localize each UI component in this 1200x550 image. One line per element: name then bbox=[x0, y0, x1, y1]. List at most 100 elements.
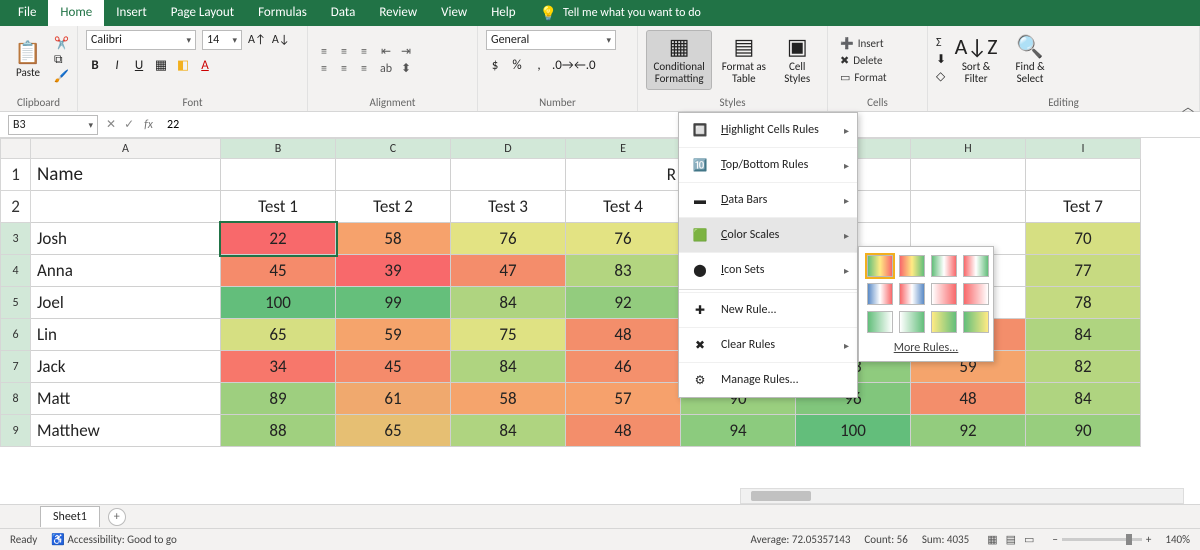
cell-row2-4[interactable]: Test 4 bbox=[566, 191, 681, 223]
color-scale-gyr[interactable] bbox=[867, 255, 893, 277]
cell-data-3-7[interactable]: 70 bbox=[1026, 223, 1141, 255]
align-top-icon[interactable]: ≡ bbox=[316, 45, 332, 59]
fx-icon[interactable]: fx bbox=[144, 118, 153, 132]
delete-cells-button[interactable]: ✖Delete bbox=[836, 53, 891, 68]
cell-row2-7[interactable] bbox=[911, 191, 1026, 223]
format-cells-button[interactable]: ▭Format bbox=[836, 70, 891, 85]
zoom-level[interactable]: 140% bbox=[1165, 533, 1190, 546]
cell-data-4-2[interactable]: 47 bbox=[451, 255, 566, 287]
color-scale-wg[interactable] bbox=[899, 311, 925, 333]
tab-help[interactable]: Help bbox=[479, 0, 527, 26]
col-header-B[interactable]: B bbox=[221, 139, 336, 159]
cf-item-color-scales[interactable]: 🟩Color Scales▸ bbox=[679, 217, 857, 252]
dec-decimal-icon[interactable]: ←.0 bbox=[574, 58, 592, 73]
cell-data-5-7[interactable]: 78 bbox=[1026, 287, 1141, 319]
cell-data-8-3[interactable]: 57 bbox=[566, 383, 681, 415]
cf-item-data-bars[interactable]: ▬Data Bars▸ bbox=[679, 182, 857, 217]
cell-row2-0[interactable] bbox=[31, 191, 221, 223]
confirm-edit-icon[interactable]: ✓ bbox=[124, 118, 134, 132]
cell-data-9-6[interactable]: 92 bbox=[911, 415, 1026, 447]
cell-data-7-7[interactable]: 82 bbox=[1026, 351, 1141, 383]
horizontal-scrollbar[interactable] bbox=[740, 488, 1184, 504]
increase-font-icon[interactable]: A↑ bbox=[248, 33, 266, 47]
cell-data-6-7[interactable]: 84 bbox=[1026, 319, 1141, 351]
conditional-formatting-button[interactable]: ▦ Conditional Formatting bbox=[646, 30, 712, 90]
cell-data-8-1[interactable]: 61 bbox=[336, 383, 451, 415]
cell-data-9-3[interactable]: 48 bbox=[566, 415, 681, 447]
name-box[interactable]: B3 bbox=[8, 115, 98, 135]
cell-name-7[interactable]: Jack bbox=[31, 351, 221, 383]
font-size-dropdown[interactable]: 14 bbox=[202, 30, 242, 50]
cell-data-4-7[interactable]: 77 bbox=[1026, 255, 1141, 287]
tab-formulas[interactable]: Formulas bbox=[246, 0, 319, 26]
align-mid-icon[interactable]: ≡ bbox=[336, 45, 352, 59]
cell-data-5-0[interactable]: 100 bbox=[221, 287, 336, 319]
col-header-A[interactable]: A bbox=[31, 139, 221, 159]
color-scale-ryg[interactable] bbox=[899, 255, 925, 277]
align-bot-icon[interactable]: ≡ bbox=[356, 45, 372, 59]
color-scale-rw[interactable] bbox=[963, 283, 989, 305]
indent-dec-icon[interactable]: ⇤ bbox=[378, 45, 394, 59]
cell-data-4-0[interactable]: 45 bbox=[221, 255, 336, 287]
color-scale-wr[interactable] bbox=[931, 283, 957, 305]
cell-name-9[interactable]: Matthew bbox=[31, 415, 221, 447]
find-select-button[interactable]: 🔍 Find & Select bbox=[1006, 30, 1054, 90]
cell-data-3-1[interactable]: 58 bbox=[336, 223, 451, 255]
cell-row1-3[interactable] bbox=[451, 159, 566, 191]
col-header-C[interactable]: C bbox=[336, 139, 451, 159]
row-header-3[interactable]: 3 bbox=[1, 223, 31, 255]
row-header-4[interactable]: 4 bbox=[1, 255, 31, 287]
cell-row1-8[interactable] bbox=[1026, 159, 1141, 191]
cell-name-5[interactable]: Joel bbox=[31, 287, 221, 319]
italic-button[interactable]: I bbox=[108, 58, 126, 73]
fill-color-button[interactable]: ◧ bbox=[174, 58, 192, 73]
comma-icon[interactable]: , bbox=[530, 58, 548, 73]
cut-icon[interactable]: ✂️ bbox=[54, 36, 69, 51]
indent-inc-icon[interactable]: ⇥ bbox=[398, 45, 414, 59]
row-header-2[interactable]: 2 bbox=[1, 191, 31, 223]
cell-name-3[interactable]: Josh bbox=[31, 223, 221, 255]
row-header-6[interactable]: 6 bbox=[1, 319, 31, 351]
col-header-E[interactable]: E bbox=[566, 139, 681, 159]
cancel-edit-icon[interactable]: ✕ bbox=[106, 118, 116, 132]
more-rules-link[interactable]: More Rules... bbox=[867, 341, 985, 355]
percent-icon[interactable]: % bbox=[508, 58, 526, 73]
format-painter-icon[interactable]: 🖌️ bbox=[54, 69, 69, 84]
row-header-9[interactable]: 9 bbox=[1, 415, 31, 447]
cell-data-7-3[interactable]: 46 bbox=[566, 351, 681, 383]
cell-data-7-2[interactable]: 84 bbox=[451, 351, 566, 383]
cell-data-8-0[interactable]: 89 bbox=[221, 383, 336, 415]
tab-home[interactable]: Home bbox=[48, 0, 104, 26]
cell-data-9-2[interactable]: 84 bbox=[451, 415, 566, 447]
cell-data-5-3[interactable]: 92 bbox=[566, 287, 681, 319]
cell-data-8-7[interactable]: 84 bbox=[1026, 383, 1141, 415]
cell-styles-button[interactable]: ▣ Cell Styles bbox=[775, 30, 819, 90]
cell-row1-1[interactable] bbox=[221, 159, 336, 191]
select-all-corner[interactable] bbox=[1, 139, 31, 159]
cell-row2-1[interactable]: Test 1 bbox=[221, 191, 336, 223]
row-header-8[interactable]: 8 bbox=[1, 383, 31, 415]
cell-data-5-2[interactable]: 84 bbox=[451, 287, 566, 319]
sheet-tab[interactable]: Sheet1 bbox=[40, 506, 100, 527]
cell-data-3-0[interactable]: 22 bbox=[221, 223, 336, 255]
font-name-dropdown[interactable]: Calibri bbox=[86, 30, 196, 50]
collapse-ribbon-icon[interactable]: ︿ bbox=[1182, 98, 1194, 115]
cell-data-6-2[interactable]: 75 bbox=[451, 319, 566, 351]
tab-file[interactable]: File bbox=[6, 0, 48, 26]
copy-icon[interactable]: ⧉ bbox=[54, 53, 69, 67]
sort-filter-button[interactable]: A↓Z Sort & Filter bbox=[952, 30, 1000, 90]
cell-data-7-1[interactable]: 45 bbox=[336, 351, 451, 383]
cell-row2-3[interactable]: Test 3 bbox=[451, 191, 566, 223]
cell-row2-8[interactable]: Test 7 bbox=[1026, 191, 1141, 223]
cell-data-7-0[interactable]: 34 bbox=[221, 351, 336, 383]
cell-data-9-4[interactable]: 94 bbox=[681, 415, 796, 447]
cell-data-9-0[interactable]: 88 bbox=[221, 415, 336, 447]
format-as-table-button[interactable]: ▤ Format as Table bbox=[718, 30, 769, 90]
paste-button[interactable]: 📋 Paste bbox=[8, 30, 48, 90]
cf-item-new-rule-[interactable]: ✚New Rule... bbox=[679, 292, 857, 327]
color-scale-gy[interactable] bbox=[963, 311, 989, 333]
color-scale-rwg[interactable] bbox=[963, 255, 989, 277]
tab-review[interactable]: Review bbox=[367, 0, 429, 26]
cell-data-8-6[interactable]: 48 bbox=[911, 383, 1026, 415]
tell-me[interactable]: 💡 Tell me what you want to do bbox=[528, 0, 701, 26]
